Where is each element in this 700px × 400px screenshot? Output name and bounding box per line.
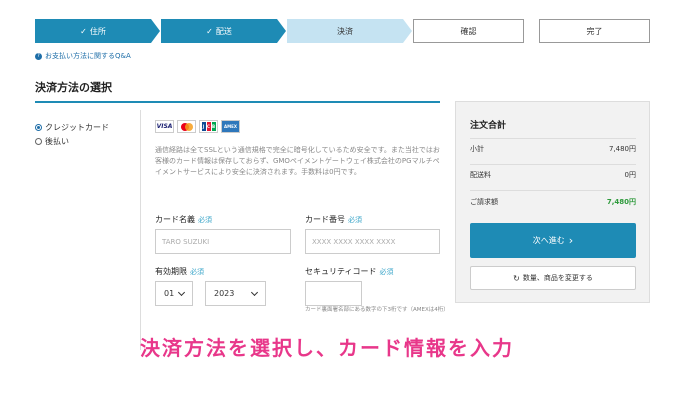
expiry-year-select[interactable]: 2023 xyxy=(205,281,266,306)
radio-deferred-payment[interactable]: 後払い xyxy=(35,134,109,148)
instruction-caption: 決済方法を選択し、カード情報を入力 xyxy=(140,336,514,360)
chevron-down-icon xyxy=(177,288,186,297)
checkout-steps: ✓ 住所 ✓ 配送 決済 確認 完了 xyxy=(35,19,650,43)
change-quantity-button[interactable]: ↻ 数量、商品を変更する xyxy=(470,266,636,290)
step-arrow-icon xyxy=(151,19,160,43)
shipping-row: 配送料 0円 xyxy=(470,171,636,179)
card-number-label: カード番号 必須 xyxy=(305,215,362,224)
security-code-label: セキュリティコード 必須 xyxy=(305,267,394,276)
visa-logo-icon: VISA xyxy=(155,120,174,133)
payment-method-group: クレジットカード 後払い xyxy=(35,120,109,148)
radio-label: 後払い xyxy=(45,136,69,146)
card-name-input[interactable]: TARO SUZUKI xyxy=(155,229,291,254)
summary-title: 注文合計 xyxy=(470,121,507,131)
step-label: 完了 xyxy=(586,26,603,36)
qa-link-label: お支払い方法に関するQ&A xyxy=(45,52,131,60)
next-button-label: 次へ進む xyxy=(532,236,565,245)
summary-divider xyxy=(470,190,636,191)
section-title: 決済方法の選択 xyxy=(35,81,112,94)
question-icon: ? xyxy=(35,52,42,60)
amex-logo-icon: AMEX xyxy=(221,120,240,133)
order-summary: 注文合計 小計 7,480円 配送料 0円 ご請求額 7,480円 次へ進む › ↻ … xyxy=(455,101,650,303)
column-divider xyxy=(140,110,141,350)
chevron-right-icon: › xyxy=(568,234,574,247)
step-arrow-icon xyxy=(403,19,412,43)
step-address[interactable]: ✓ 住所 xyxy=(35,19,160,43)
next-button[interactable]: 次へ進む › xyxy=(470,223,636,258)
radio-credit-card[interactable]: クレジットカード xyxy=(35,120,109,134)
card-brand-logos: VISA J C B AMEX xyxy=(155,120,240,133)
step-delivery[interactable]: ✓ 配送 xyxy=(161,19,286,43)
step-label: 決済 xyxy=(337,26,353,36)
step-arrow-icon xyxy=(277,19,286,43)
step-label: 確認 xyxy=(460,26,477,36)
card-number-input[interactable]: XXXX XXXX XXXX XXXX xyxy=(305,229,440,254)
section-divider xyxy=(35,101,440,103)
security-description: 通信経路は全てSSLという通信規格で完全に暗号化しているため安全です。また当社で… xyxy=(155,146,440,176)
check-icon: ✓ xyxy=(80,26,87,36)
required-badge: 必須 xyxy=(348,216,362,224)
step-label: 配送 xyxy=(215,26,232,36)
required-badge: 必須 xyxy=(198,216,212,224)
check-icon: ✓ xyxy=(206,26,213,36)
step-confirm: 確認 xyxy=(413,19,524,43)
jcb-logo-icon: J C B xyxy=(199,120,218,133)
step-payment: 決済 xyxy=(287,19,412,43)
card-name-label: カード名義 必須 xyxy=(155,215,212,224)
payment-qa-link[interactable]: ? お支払い方法に関するQ&A xyxy=(35,51,131,61)
security-code-note: カード裏面署名部にある数字の下3桁です（AMEXは4桁） xyxy=(305,307,449,313)
total-row: ご請求額 7,480円 xyxy=(470,198,636,206)
summary-divider xyxy=(470,164,636,165)
expiry-month-select[interactable]: 01 xyxy=(155,281,193,306)
expiry-label: 有効期限 必須 xyxy=(155,267,204,276)
mastercard-logo-icon xyxy=(177,120,196,133)
summary-divider xyxy=(470,138,636,139)
subtotal-row: 小計 7,480円 xyxy=(470,145,636,153)
security-code-input[interactable] xyxy=(305,281,362,306)
step-complete: 完了 xyxy=(539,19,650,43)
chevron-down-icon xyxy=(250,288,259,297)
radio-unselected-icon[interactable] xyxy=(35,137,42,145)
radio-label: クレジットカード xyxy=(45,122,109,132)
step-label: 住所 xyxy=(89,26,106,36)
change-button-label: 数量、商品を変更する xyxy=(522,274,593,282)
radio-selected-icon[interactable] xyxy=(35,123,42,131)
required-badge: 必須 xyxy=(379,268,394,276)
required-badge: 必須 xyxy=(190,268,204,276)
refresh-icon: ↻ xyxy=(513,273,520,283)
